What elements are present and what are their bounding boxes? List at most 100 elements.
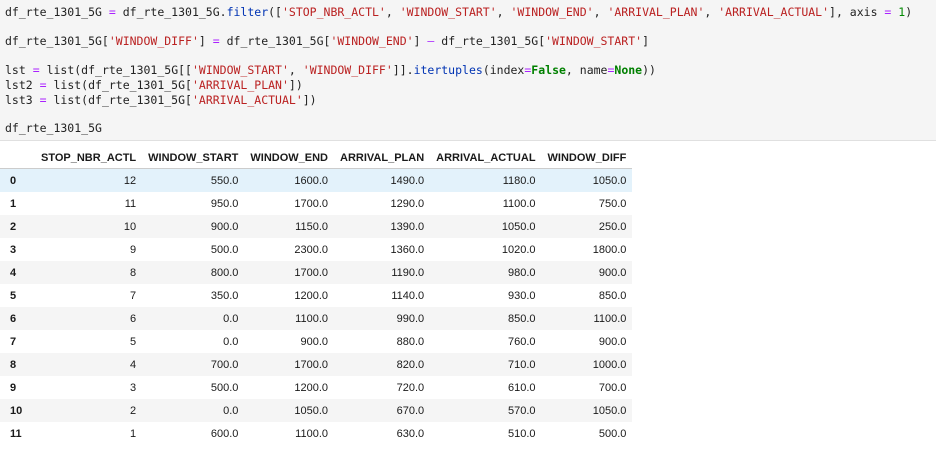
table-cell: 1100.0 — [295, 312, 328, 325]
table-row: 2 10 900.0 1150.0 1390.0 1050.0 250.0 — [0, 215, 633, 238]
table-cell: 1200.0 — [294, 289, 328, 302]
table-cell: 1050.0 — [294, 404, 328, 417]
code-line-window-diff: df_rte_1301_5G['WINDOW_DIFF'] = df_rte_1… — [5, 34, 649, 48]
table-cell: 1360.0 — [390, 243, 425, 256]
table-cell: 1180.0 — [502, 174, 536, 187]
row-index: 5 — [10, 289, 17, 302]
column-header: ARRIVAL_PLAN — [334, 147, 431, 169]
table-cell: 0.0 — [223, 335, 239, 348]
table-cell: 900.0 — [598, 335, 627, 348]
table-cell: 0.0 — [223, 312, 239, 325]
dataframe-table: STOP_NBR_ACTL WINDOW_START WINDOW_END AR… — [0, 147, 633, 445]
table-cell: 630.0 — [396, 427, 425, 440]
cell-output: STOP_NBR_ACTL WINDOW_START WINDOW_END AR… — [0, 141, 936, 454]
table-row: 1 11 950.0 1700.0 1290.0 1100.0 750.0 — [0, 192, 632, 215]
table-cell: 850.0 — [508, 312, 536, 325]
table-cell: 760.0 — [508, 335, 536, 348]
column-header: WINDOW_END — [244, 147, 334, 169]
table-cell: 7 — [130, 289, 137, 302]
table-cell: 2 — [130, 404, 137, 417]
table-row: 6 6 0.0 1100.0 990.0 850.0 1100.0 — [0, 307, 633, 330]
table-cell: 750.0 — [598, 197, 627, 210]
table-cell: 610.0 — [508, 381, 536, 394]
row-index: 10 — [10, 404, 23, 417]
table-cell: 510.0 — [508, 427, 536, 440]
table-cell: 1050.0 — [592, 404, 627, 417]
table-cell: 950.0 — [210, 197, 239, 210]
table-cell: 1390.0 — [390, 220, 425, 233]
table-cell: 3 — [130, 381, 137, 394]
table-cell: 1600.0 — [294, 174, 328, 187]
table-cell: 570.0 — [508, 404, 536, 417]
code-line-lst2: lst2 = list(df_rte_1301_5G['ARRIVAL_PLAN… — [5, 78, 303, 92]
table-cell: 850.0 — [598, 289, 627, 302]
table-cell: 1700.0 — [294, 197, 328, 210]
table-row: 7 5 0.0 900.0 880.0 760.0 900.0 — [0, 330, 632, 353]
table-cell: 0.0 — [223, 404, 239, 417]
table-cell: 2300.0 — [294, 243, 328, 256]
code-line-lst3: lst3 = list(df_rte_1301_5G['ARRIVAL_ACTU… — [5, 93, 317, 107]
table-cell: 700.0 — [210, 358, 239, 371]
table-cell: 900.0 — [210, 220, 239, 233]
table-cell: 930.0 — [508, 289, 536, 302]
table-cell: 1490.0 — [390, 174, 425, 187]
table-cell: 350.0 — [210, 289, 239, 302]
row-index: 1 — [10, 197, 17, 210]
column-header: WINDOW_START — [142, 147, 245, 169]
table-cell: 980.0 — [508, 266, 536, 279]
table-row: 8 4 700.0 1700.0 820.0 710.0 1000.0 — [0, 353, 633, 376]
row-index: 0 — [10, 174, 17, 187]
table-row: 9 3 500.0 1200.0 720.0 610.0 700.0 — [0, 376, 632, 399]
table-cell: 1800.0 — [592, 243, 627, 256]
table-cell: 710.0 — [508, 358, 536, 371]
table-cell: 500.0 — [210, 243, 239, 256]
table-cell: 720.0 — [396, 381, 425, 394]
table-row: 10 2 0.0 1050.0 670.0 570.0 1050.0 — [0, 399, 633, 422]
table-row: 5 7 350.0 1200.0 1140.0 930.0 850.0 — [0, 284, 632, 307]
column-header: ARRIVAL_ACTUAL — [430, 147, 542, 169]
table-cell: 600.0 — [210, 427, 239, 440]
table-cell: 1200.0 — [294, 381, 328, 394]
table-row: 0 12 550.0 1600.0 1490.0 1180.0 1050.0 — [0, 168, 633, 192]
table-cell: 5 — [130, 335, 137, 348]
row-index: 8 — [10, 358, 17, 371]
table-cell: 1000.0 — [592, 358, 627, 371]
table-row: 11 1 600.0 1100.0 630.0 510.0 500.0 — [0, 422, 632, 445]
row-index: 7 — [10, 335, 17, 348]
code-cell[interactable]: df_rte_1301_5G = df_rte_1301_5G.filter([… — [0, 0, 936, 141]
table-cell: 1100.0 — [295, 427, 328, 440]
table-cell: 900.0 — [598, 266, 627, 279]
table-cell: 1700.0 — [294, 358, 328, 371]
table-cell: 4 — [130, 358, 137, 371]
table-cell: 670.0 — [396, 404, 425, 417]
table-cell: 500.0 — [210, 381, 239, 394]
code-line-display: df_rte_1301_5G — [5, 121, 102, 135]
table-cell: 6 — [130, 312, 137, 325]
row-index: 4 — [10, 266, 17, 279]
table-cell: 1100.0 — [502, 197, 536, 210]
table-cell: 900.0 — [300, 335, 328, 348]
table-cell: 10 — [123, 220, 137, 233]
table-cell: 1190.0 — [391, 266, 425, 279]
table-cell: 1290.0 — [390, 197, 425, 210]
table-cell: 880.0 — [396, 335, 425, 348]
table-cell: 700.0 — [598, 381, 627, 394]
table-cell: 8 — [130, 266, 137, 279]
table-cell: 800.0 — [210, 266, 239, 279]
index-header — [0, 147, 35, 169]
table-cell: 1150.0 — [295, 220, 328, 233]
code-line-lst: lst = list(df_rte_1301_5G[['WINDOW_START… — [5, 63, 656, 77]
row-index: 2 — [10, 220, 17, 233]
table-cell: 990.0 — [396, 312, 425, 325]
table-cell: 250.0 — [598, 220, 627, 233]
row-index: 11 — [10, 427, 22, 440]
table-cell: 9 — [130, 243, 137, 256]
table-cell: 1050.0 — [501, 220, 536, 233]
column-header: STOP_NBR_ACTL — [35, 147, 143, 169]
table-cell: 820.0 — [396, 358, 425, 371]
table-cell: 12 — [123, 174, 137, 187]
table-cell: 550.0 — [210, 174, 239, 187]
table-cell: 1 — [130, 427, 137, 440]
row-index: 3 — [10, 243, 17, 256]
table-cell: 500.0 — [598, 427, 627, 440]
